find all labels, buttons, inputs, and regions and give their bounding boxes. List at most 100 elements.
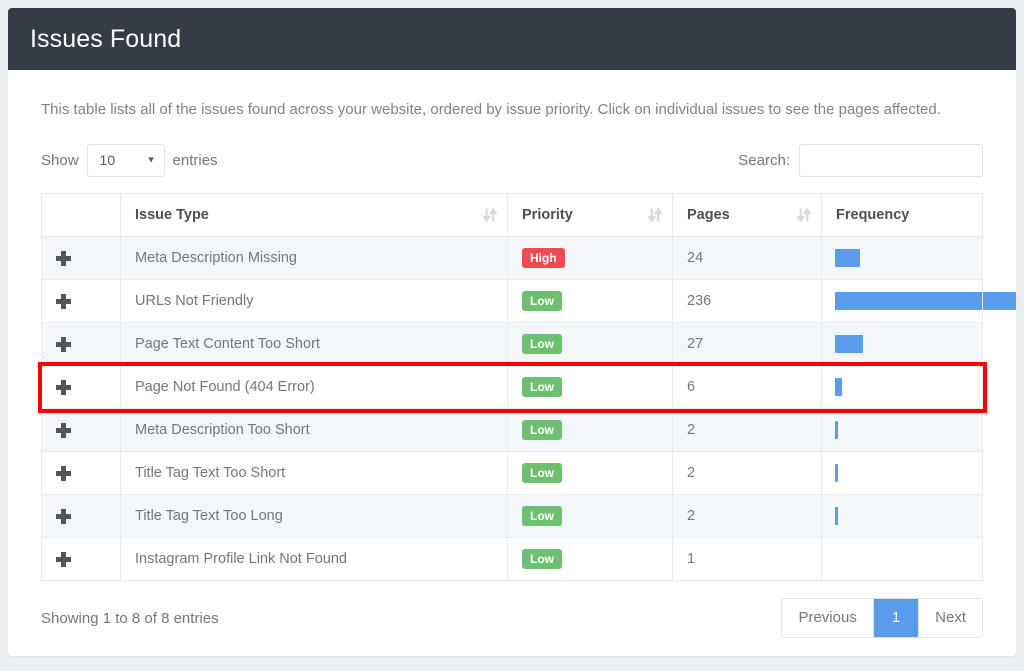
issue-type-cell: Meta Description Too Short [121,409,508,452]
issue-type-cell: URLs Not Friendly [121,280,508,323]
plus-icon[interactable] [56,423,71,438]
frequency-cell [822,452,983,495]
table-row[interactable]: Instagram Profile Link Not FoundLow1 [42,538,983,581]
show-label: Show [41,152,79,169]
show-entries-control: Show 102550100 ▼ entries [41,144,218,177]
sort-both-icon[interactable] [483,208,497,223]
column-header-frequency: Frequency [822,194,983,237]
column-header-frequency-label: Frequency [836,207,909,223]
frequency-cell [822,323,983,366]
frequency-cell [822,366,983,409]
table-row[interactable]: Page Not Found (404 Error) Low 6 [42,366,983,409]
issue-type-cell: Instagram Profile Link Not Found [121,538,508,581]
search-input[interactable] [799,144,983,177]
page-length-select[interactable]: 102550100 [87,144,165,177]
status-badge: Low [522,463,562,483]
intro-text: This table lists all of the issues found… [41,98,941,121]
issue-type-cell: Title Tag Text Too Short [121,452,508,495]
entries-label: entries [173,152,218,169]
priority-cell: Low [508,280,673,323]
frequency-cell [822,409,983,452]
column-header-issue-type[interactable]: Issue Type [121,194,508,237]
sort-both-icon[interactable] [797,208,811,223]
frequency-bar [835,421,838,439]
expand-cell[interactable] [42,323,121,366]
table-row[interactable]: Meta Description Too ShortLow2 [42,409,983,452]
frequency-bar [835,378,842,396]
table-footer: Showing 1 to 8 of 8 entries Previous 1 N… [41,598,983,638]
pagination-next[interactable]: Next [919,599,982,637]
pages-cell: 27 [673,323,822,366]
table-row[interactable]: Meta Description MissingHigh24 [42,237,983,280]
expand-cell[interactable] [42,366,121,409]
card-header: Issues Found [8,8,1016,70]
issue-type-cell: Page Text Content Too Short [121,323,508,366]
status-badge: Low [522,334,562,354]
priority-cell: Low [508,538,673,581]
issue-type-cell: Title Tag Text Too Long [121,495,508,538]
table-body: Meta Description MissingHigh24URLs Not F… [42,237,983,581]
frequency-cell [822,495,983,538]
frequency-bar [835,507,838,525]
priority-cell: Low [508,452,673,495]
pages-cell: 1 [673,538,822,581]
status-badge: Low [522,377,562,397]
expand-cell[interactable] [42,409,121,452]
page-length-select-wrap[interactable]: 102550100 ▼ [87,144,165,177]
table-row[interactable]: Title Tag Text Too LongLow2 [42,495,983,538]
expand-cell[interactable] [42,495,121,538]
column-header-priority-label: Priority [522,207,573,223]
plus-icon[interactable] [56,294,71,309]
priority-cell: Low [508,495,673,538]
issues-table: Issue Type Priority [41,193,983,581]
entries-info: Showing 1 to 8 of 8 entries [41,610,219,627]
issues-card: Issues Found This table lists all of the… [8,8,1016,656]
expand-cell[interactable] [42,280,121,323]
pages-cell: 2 [673,495,822,538]
column-header-priority[interactable]: Priority [508,194,673,237]
expand-cell[interactable] [42,538,121,581]
frequency-bar [835,335,863,353]
issue-type-cell: Page Not Found (404 Error) [121,366,508,409]
priority-cell: Low [508,323,673,366]
plus-icon[interactable] [56,552,71,567]
frequency-cell [822,538,983,581]
page-title: Issues Found [30,25,181,54]
pagination-previous[interactable]: Previous [782,599,873,637]
frequency-cell [822,237,983,280]
frequency-bar [835,249,860,267]
table-head: Issue Type Priority [42,194,983,237]
frequency-cell [822,280,983,323]
table-row[interactable]: URLs Not Friendly Low 236 [42,280,983,323]
column-header-pages-label: Pages [687,207,730,223]
table-controls: Show 102550100 ▼ entries Search: [41,143,983,177]
table-row[interactable]: Title Tag Text Too Short Low 2 [42,452,983,495]
plus-icon[interactable] [56,251,71,266]
column-header-issue-type-label: Issue Type [135,207,209,223]
pagination: Previous 1 Next [781,598,983,638]
sort-both-icon[interactable] [648,208,662,223]
frequency-bar [835,464,838,482]
issue-type-cell: Meta Description Missing [121,237,508,280]
plus-icon[interactable] [56,466,71,481]
plus-icon[interactable] [56,380,71,395]
plus-icon[interactable] [56,337,71,352]
pages-cell: 6 [673,366,822,409]
column-header-pages[interactable]: Pages [673,194,822,237]
pages-cell: 2 [673,452,822,495]
priority-cell: Low [508,366,673,409]
search-label: Search: [738,152,790,169]
expand-cell[interactable] [42,452,121,495]
priority-cell: High [508,237,673,280]
pages-cell: 236 [673,280,822,323]
page-root: Issues Found This table lists all of the… [0,0,1024,671]
pagination-page-1[interactable]: 1 [874,599,919,637]
plus-icon[interactable] [56,509,71,524]
priority-cell: Low [508,409,673,452]
column-header-expand [42,194,121,237]
search-control: Search: [738,144,983,177]
status-badge: Low [522,291,562,311]
expand-cell[interactable] [42,237,121,280]
table-row[interactable]: Page Text Content Too Short Low 27 [42,323,983,366]
status-badge: High [522,248,565,268]
